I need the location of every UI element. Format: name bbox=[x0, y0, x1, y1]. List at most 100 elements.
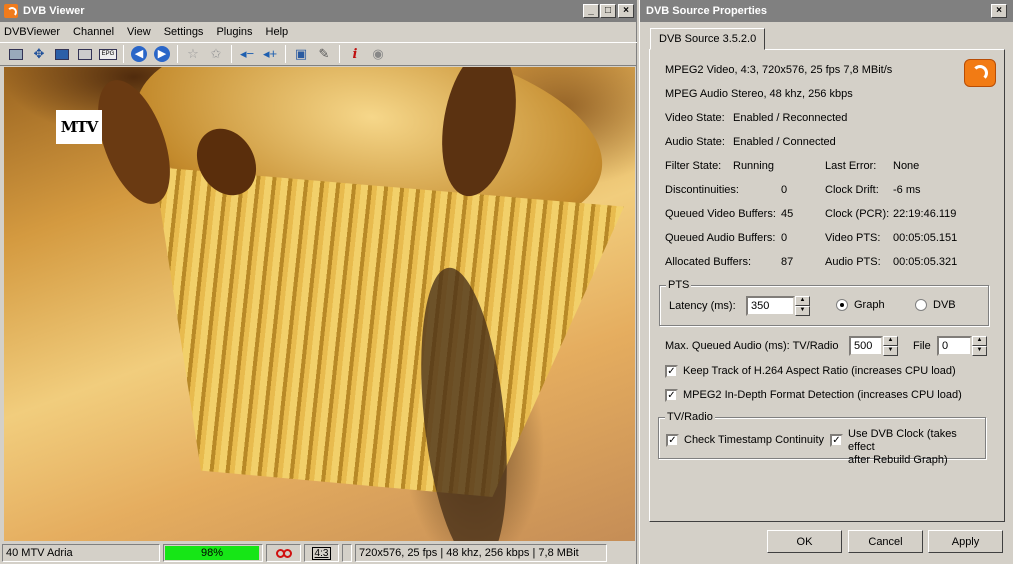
screen-icon[interactable] bbox=[6, 44, 26, 64]
check-mpeg2-label: MPEG2 In-Depth Format Detection (increas… bbox=[683, 389, 962, 401]
menu-plugins[interactable]: Plugins bbox=[216, 26, 252, 38]
toolbar-separator bbox=[177, 45, 178, 63]
file-label: File bbox=[913, 340, 931, 352]
status-spacer bbox=[342, 544, 352, 562]
check-timestamp-continuity[interactable]: ✓ Check Timestamp Continuity bbox=[666, 434, 824, 447]
queued-audio-buffers-label: Queued Audio Buffers: bbox=[665, 232, 776, 244]
toolbar-separator bbox=[339, 45, 340, 63]
check-timestamp-box[interactable]: ✓ bbox=[666, 434, 679, 447]
menu-settings[interactable]: Settings bbox=[164, 26, 204, 38]
clock-pcr-label: Clock (PCR): bbox=[825, 208, 890, 220]
allocated-buffers-value: 87 bbox=[781, 256, 794, 268]
menu-help[interactable]: Help bbox=[266, 26, 289, 38]
radio-dvb[interactable]: DVB bbox=[915, 299, 956, 311]
video-state-value: Enabled / Reconnected bbox=[733, 112, 848, 124]
volume-up-icon[interactable]: ◂+ bbox=[260, 44, 280, 64]
latency-down-arrow[interactable]: ▼ bbox=[795, 306, 810, 316]
video-info: MPEG2 Video, 4:3, 720x576, 25 fps 7,8 MB… bbox=[665, 64, 893, 76]
check-h264-label: Keep Track of H.264 Aspect Ratio (increa… bbox=[683, 365, 956, 377]
queued-audio-buffers-value: 0 bbox=[781, 232, 788, 244]
audio-channel-icon[interactable] bbox=[266, 544, 301, 562]
audio-pts-label: Audio PTS: bbox=[825, 256, 881, 268]
check-h264-box[interactable]: ✓ bbox=[665, 365, 678, 378]
forward-icon[interactable]: ▶ bbox=[152, 44, 172, 64]
video-pts-label: Video PTS: bbox=[825, 232, 881, 244]
audio-state-value: Enabled / Connected bbox=[733, 136, 836, 148]
close-button[interactable]: × bbox=[618, 4, 634, 18]
epg-icon[interactable]: EPG bbox=[98, 44, 118, 64]
status-signal-fill: 98% bbox=[165, 546, 260, 560]
record-icon[interactable]: ▣ bbox=[291, 44, 311, 64]
audio-info: MPEG Audio Stereo, 48 khz, 256 kbps bbox=[665, 88, 853, 100]
radio-graph-label: Graph bbox=[854, 299, 885, 311]
radio-graph-dot[interactable] bbox=[836, 299, 848, 311]
tvradio-legend: TV/Radio bbox=[665, 411, 715, 423]
latency-input[interactable] bbox=[746, 296, 795, 316]
teletext-icon[interactable] bbox=[52, 44, 72, 64]
minimize-button[interactable]: _ bbox=[583, 4, 599, 18]
max-queued-audio-input[interactable] bbox=[849, 336, 883, 356]
props-titlebar[interactable]: DVB Source Properties × bbox=[640, 0, 1013, 22]
favorite-add-icon[interactable]: ☆ bbox=[183, 44, 203, 64]
menu-channel[interactable]: Channel bbox=[73, 26, 114, 38]
channel-logo: MTV bbox=[56, 110, 102, 144]
back-icon[interactable]: ◀ bbox=[129, 44, 149, 64]
stop-icon[interactable]: ◉ bbox=[368, 44, 388, 64]
dvb-source-properties-dialog: DVB Source Properties × DVB Source 3.5.2… bbox=[639, 0, 1013, 564]
viewer-menubar: DVBViewer Channel View Settings Plugins … bbox=[0, 22, 637, 42]
video-area[interactable]: MTV bbox=[4, 67, 635, 541]
allocated-buffers-label: Allocated Buffers: bbox=[665, 256, 752, 268]
latency-spinner[interactable]: ▲▼ bbox=[746, 296, 810, 316]
check-mpeg2-detection[interactable]: ✓ MPEG2 In-Depth Format Detection (incre… bbox=[665, 389, 962, 402]
file-spinner[interactable]: ▲▼ bbox=[937, 336, 987, 356]
tools-icon[interactable]: ✎ bbox=[314, 44, 334, 64]
max-queued-up-arrow[interactable]: ▲ bbox=[883, 336, 898, 346]
tab-dvb-source[interactable]: DVB Source 3.5.2.0 bbox=[650, 28, 766, 50]
rss-feed-icon bbox=[964, 59, 996, 87]
radio-graph[interactable]: Graph bbox=[836, 299, 885, 311]
check-dvb-clock-box[interactable]: ✓ bbox=[830, 434, 843, 447]
props-title: DVB Source Properties bbox=[646, 5, 768, 17]
max-queued-audio-spinner[interactable]: ▲▼ bbox=[849, 336, 898, 356]
favorite-icon[interactable]: ✩ bbox=[206, 44, 226, 64]
video-state-label: Video State: bbox=[665, 112, 725, 124]
viewer-title: DVB Viewer bbox=[23, 5, 85, 17]
menu-dvbviewer[interactable]: DVBViewer bbox=[4, 26, 60, 38]
props-close-button[interactable]: × bbox=[991, 4, 1007, 18]
check-h264-aspect[interactable]: ✓ Keep Track of H.264 Aspect Ratio (incr… bbox=[665, 365, 956, 378]
fullscreen-icon[interactable]: ✥ bbox=[29, 44, 49, 64]
max-queued-down-arrow[interactable]: ▼ bbox=[883, 346, 898, 356]
video-frame-cupcake-wrapper bbox=[154, 167, 624, 497]
file-input[interactable] bbox=[937, 336, 972, 356]
pts-groupbox: PTS Latency (ms): ▲▼ Graph DVB bbox=[659, 279, 989, 326]
check-use-dvb-clock[interactable]: ✓ Use DVB Clock (takes effect after Rebu… bbox=[830, 428, 985, 467]
clock-drift-value: -6 ms bbox=[893, 184, 921, 196]
latency-up-arrow[interactable]: ▲ bbox=[795, 296, 810, 306]
info-icon[interactable]: i bbox=[345, 44, 365, 64]
ok-button[interactable]: OK bbox=[767, 530, 842, 553]
status-channel: 40 MTV Adria bbox=[2, 544, 160, 562]
tvradio-groupbox: TV/Radio ✓ Check Timestamp Continuity ✓ … bbox=[658, 411, 986, 466]
check-dvb-clock-label: Use DVB Clock (takes effect after Rebuil… bbox=[848, 428, 957, 466]
viewer-titlebar[interactable]: DVB Viewer _ □ × bbox=[0, 0, 637, 22]
discontinuities-value: 0 bbox=[781, 184, 788, 196]
file-down-arrow[interactable]: ▼ bbox=[972, 346, 987, 356]
props-tabpanel: MPEG2 Video, 4:3, 720x576, 25 fps 7,8 MB… bbox=[649, 49, 1005, 522]
snapshot-icon[interactable] bbox=[75, 44, 95, 64]
aspect-ratio-indicator[interactable]: 4:3 bbox=[304, 544, 339, 562]
radio-dvb-label: DVB bbox=[933, 299, 956, 311]
dvb-viewer-app-icon[interactable] bbox=[4, 4, 18, 18]
pts-legend: PTS bbox=[666, 279, 692, 291]
maximize-button[interactable]: □ bbox=[600, 4, 616, 18]
check-mpeg2-box[interactable]: ✓ bbox=[665, 389, 678, 402]
file-up-arrow[interactable]: ▲ bbox=[972, 336, 987, 346]
max-queued-audio-label: Max. Queued Audio (ms): TV/Radio bbox=[665, 340, 839, 352]
cancel-button[interactable]: Cancel bbox=[848, 530, 923, 553]
filter-state-value: Running bbox=[733, 160, 774, 172]
volume-down-icon[interactable]: ◂− bbox=[237, 44, 257, 64]
check-timestamp-label: Check Timestamp Continuity bbox=[684, 434, 824, 446]
radio-dvb-dot[interactable] bbox=[915, 299, 927, 311]
menu-view[interactable]: View bbox=[127, 26, 151, 38]
apply-button[interactable]: Apply bbox=[928, 530, 1003, 553]
queued-video-buffers-label: Queued Video Buffers: bbox=[665, 208, 776, 220]
